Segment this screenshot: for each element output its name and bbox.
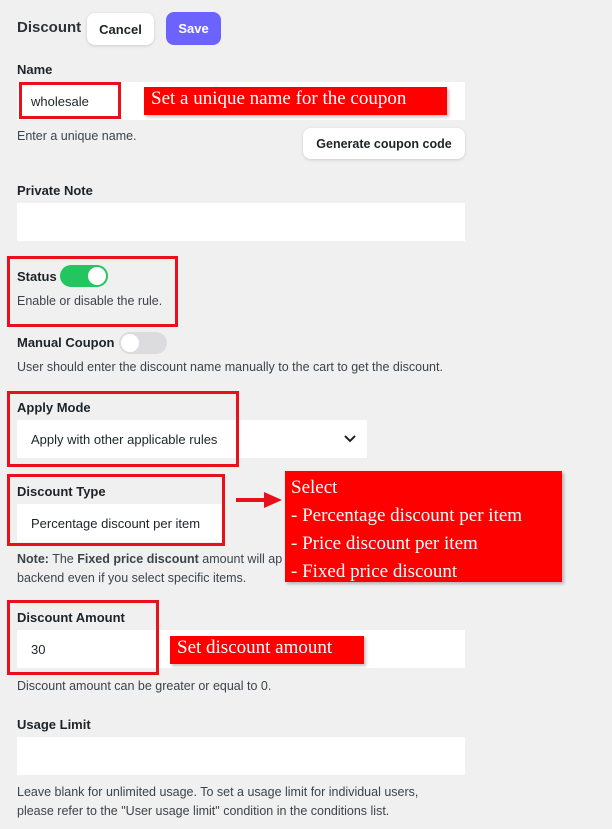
name-help-text: Enter a unique name.: [17, 129, 137, 143]
manual-coupon-toggle[interactable]: [119, 332, 167, 354]
callout-discount-amount: Set discount amount: [170, 636, 364, 664]
note-text: The: [48, 552, 78, 566]
note-text-rest: amount will ap: [198, 552, 283, 566]
status-toggle-knob: [88, 267, 106, 285]
name-label: Name: [17, 62, 53, 77]
highlight-box-discount-type: [7, 474, 225, 546]
red-arrow-icon: [236, 492, 282, 508]
usage-limit-label: Usage Limit: [17, 717, 91, 732]
usage-limit-help-line2: please refer to the "User usage limit" c…: [17, 804, 390, 818]
note-bold: Fixed price discount: [77, 552, 199, 566]
callout-line: - Percentage discount per item: [291, 505, 523, 526]
status-label: Status: [17, 269, 57, 284]
callout-line: Select: [291, 477, 338, 498]
chevron-down-icon: [344, 435, 356, 443]
page-title: Discount: [17, 19, 82, 36]
status-toggle[interactable]: [60, 265, 108, 287]
callout-line: - Price discount per item: [291, 533, 478, 554]
highlight-box-name: [19, 82, 121, 119]
cancel-button[interactable]: Cancel: [87, 13, 154, 45]
note-prefix: Note:: [17, 552, 49, 566]
manual-coupon-toggle-knob: [121, 334, 139, 352]
generate-coupon-code-button[interactable]: Generate coupon code: [303, 128, 465, 159]
callout-discount-type: Select - Percentage discount per item - …: [285, 471, 562, 582]
discount-type-note: Note: The Fixed price discount amount wi…: [17, 550, 282, 568]
private-note-field[interactable]: [17, 203, 465, 241]
manual-coupon-label: Manual Coupon: [17, 335, 115, 350]
private-note-label: Private Note: [17, 183, 93, 198]
manual-coupon-help-text: User should enter the discount name manu…: [17, 360, 443, 374]
usage-limit-field[interactable]: [17, 737, 465, 775]
callout-line: - Fixed price discount: [291, 561, 458, 582]
save-button[interactable]: Save: [166, 12, 221, 45]
highlight-box-apply-mode: [7, 391, 239, 467]
discount-type-note-line2: backend even if you select specific item…: [17, 571, 247, 585]
highlight-box-discount-amount: [7, 600, 159, 675]
callout-name: Set a unique name for the coupon: [144, 87, 447, 115]
status-help-text: Enable or disable the rule.: [17, 294, 163, 308]
discount-amount-help-text: Discount amount can be greater or equal …: [17, 679, 272, 693]
usage-limit-help-line1: Leave blank for unlimited usage. To set …: [17, 785, 419, 799]
